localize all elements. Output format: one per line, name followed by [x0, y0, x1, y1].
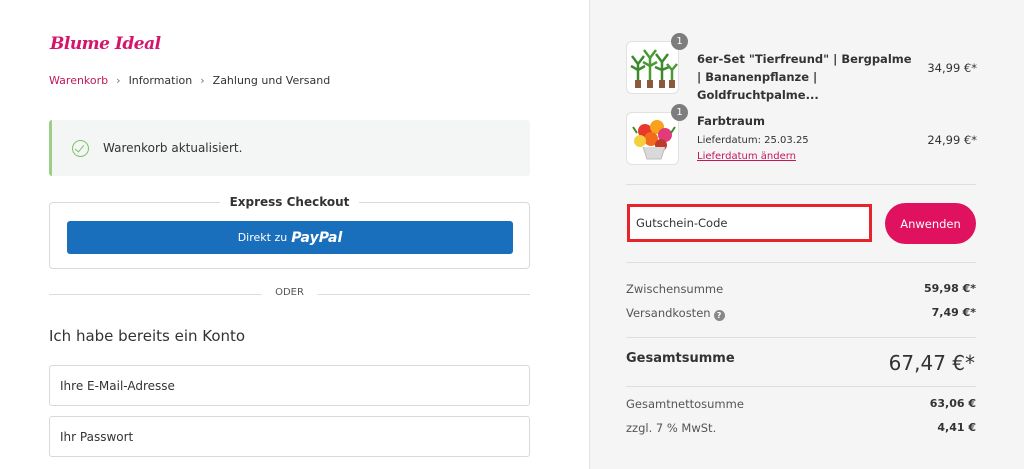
- login-heading: Ich habe bereits ein Konto: [49, 327, 246, 345]
- subtotal-value: 59,98 €*: [923, 282, 976, 295]
- net-total-label: Gesamtnettosumme: [626, 397, 744, 411]
- divider: [626, 337, 976, 338]
- net-total-value: 63,06 €: [929, 397, 976, 410]
- cart-item: 1 Farbtraum Lieferdatum: 25.03.25 Liefer…: [626, 104, 977, 168]
- express-checkout-box: Express Checkout Direkt zu PayPal: [49, 195, 530, 269]
- product-image-plants: [626, 41, 679, 94]
- total-value: 67,47 €*: [888, 351, 975, 375]
- chevron-right-icon: ›: [200, 74, 205, 87]
- order-summary-panel: 1 6er-Set "Tierfreund" | Bergpalme | Ban…: [589, 0, 1024, 469]
- apply-coupon-button[interactable]: Anwenden: [885, 203, 976, 244]
- password-field[interactable]: [49, 416, 530, 457]
- breadcrumb-cart[interactable]: Warenkorb: [49, 74, 108, 87]
- chevron-right-icon: ›: [116, 74, 121, 87]
- item-name: Farbtraum: [697, 114, 765, 128]
- divider: [626, 386, 976, 387]
- divider: [626, 184, 976, 185]
- product-image-bouquet: [626, 112, 679, 165]
- express-checkout-title: Express Checkout: [219, 195, 360, 209]
- or-divider-text: ODER: [261, 287, 318, 298]
- breadcrumb: Warenkorb › Information › Zahlung und Ve…: [49, 74, 330, 87]
- tax-value: 4,41 €: [937, 421, 976, 434]
- shipping-label: Versandkosten: [626, 306, 711, 320]
- brand-logo[interactable]: Blume Ideal: [50, 34, 161, 54]
- or-divider: ODER: [49, 287, 530, 301]
- cart-item: 1 6er-Set "Tierfreund" | Bergpalme | Ban…: [626, 33, 977, 102]
- divider: [626, 262, 976, 263]
- paypal-button[interactable]: Direkt zu PayPal: [67, 221, 513, 254]
- email-field[interactable]: [49, 365, 530, 406]
- subtotal-label: Zwischensumme: [626, 282, 724, 296]
- quantity-badge: 1: [671, 104, 688, 121]
- shipping-value: 7,49 €*: [931, 306, 976, 319]
- checkout-form-panel: Blume Ideal Warenkorb › Information › Za…: [0, 0, 589, 469]
- check-circle-icon: [72, 139, 89, 157]
- coupon-code-input[interactable]: [627, 204, 872, 242]
- breadcrumb-payment-shipping: Zahlung und Versand: [212, 74, 331, 87]
- paypal-logo: PayPal: [291, 229, 343, 246]
- success-alert: Warenkorb aktualisiert.: [49, 120, 530, 176]
- tax-label: zzgl. 7 % MwSt.: [626, 421, 717, 435]
- breadcrumb-information: Information: [128, 74, 193, 87]
- item-name: 6er-Set "Tierfreund" | Bergpalme | Banan…: [697, 52, 912, 102]
- item-price: 24,99 €*: [927, 133, 977, 147]
- delivery-date: Lieferdatum: 25.03.25: [697, 135, 809, 146]
- quantity-badge: 1: [671, 33, 688, 50]
- alert-message: Warenkorb aktualisiert.: [103, 141, 243, 155]
- item-price: 34,99 €*: [927, 61, 977, 75]
- total-label: Gesamtsumme: [626, 351, 735, 366]
- change-delivery-date-link[interactable]: Lieferdatum ändern: [697, 151, 796, 162]
- paypal-button-prefix: Direkt zu: [237, 231, 288, 244]
- help-icon[interactable]: ?: [713, 310, 725, 321]
